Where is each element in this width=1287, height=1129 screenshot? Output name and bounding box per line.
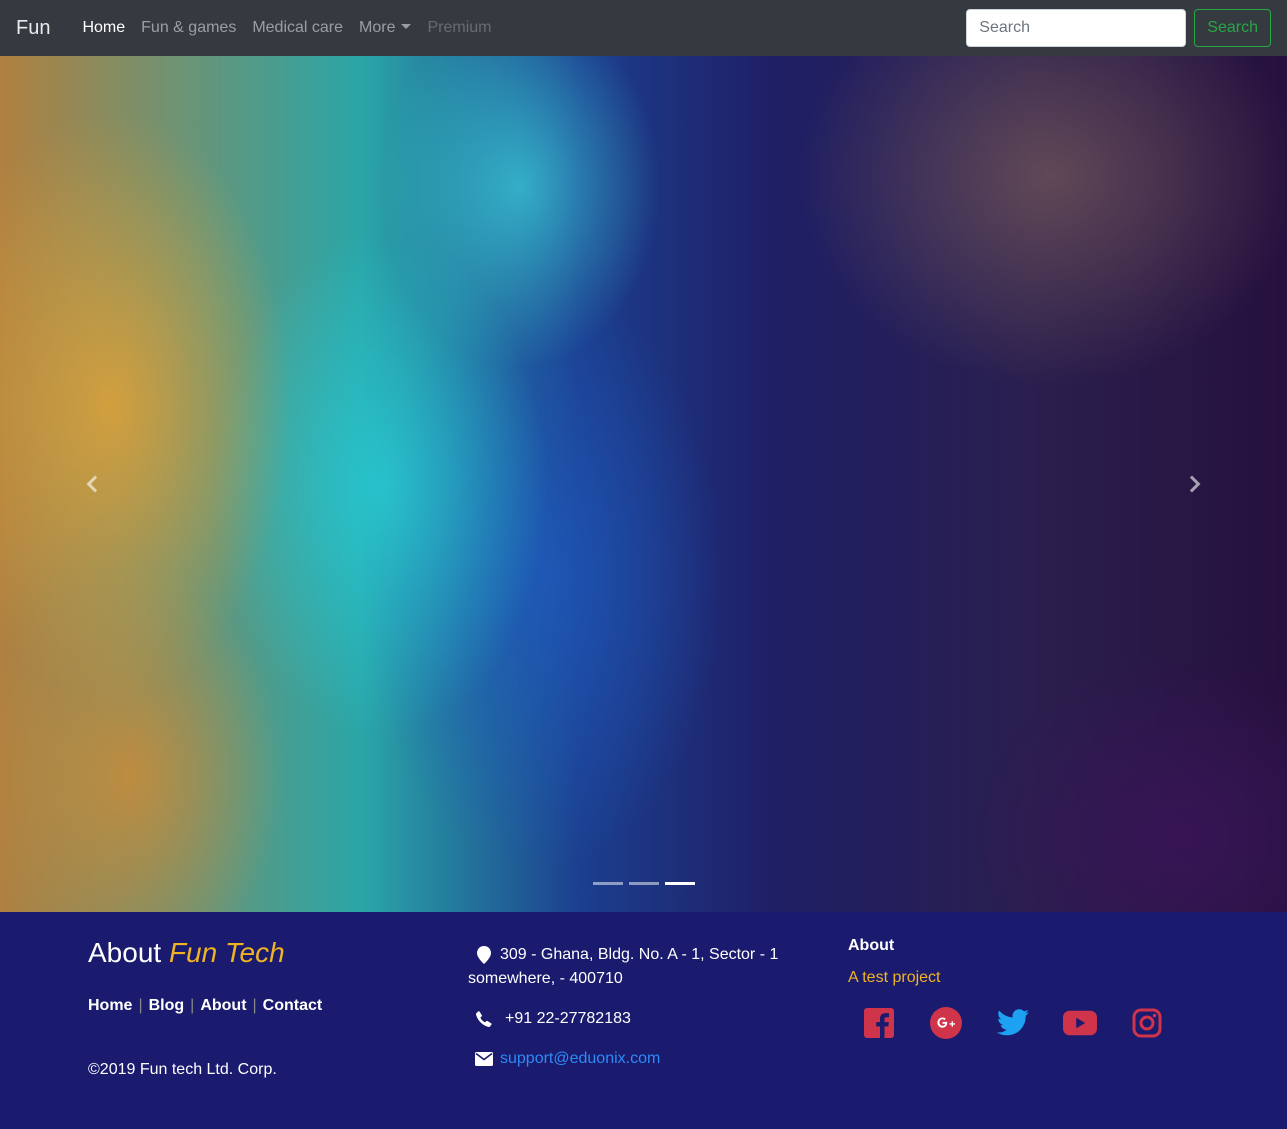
nav-more-label: More [359, 19, 396, 36]
footer-links: Home | Blog | About | Contact [88, 997, 322, 1015]
nav-premium: Premium [427, 19, 492, 36]
google-plus-icon[interactable] [929, 1006, 963, 1040]
address-text: 309 - Ghana, Bldg. No. A - 1, Sector - 1… [468, 943, 779, 991]
phone-row: +91 22-27782183 [468, 1007, 631, 1031]
carousel-indicator-3[interactable] [664, 882, 695, 885]
main-nav: Home Fun & games Medical care More Premi… [74, 19, 499, 37]
about-brand-name: Fun Tech [168, 937, 285, 968]
about-description: A test project [848, 969, 941, 986]
divider: | [190, 997, 195, 1014]
footer-link-home[interactable]: Home [88, 997, 132, 1015]
footer-link-blog[interactable]: Blog [149, 997, 185, 1015]
carousel-next-button[interactable] [1097, 56, 1287, 912]
map-marker-icon [468, 943, 500, 967]
youtube-icon[interactable] [1063, 1006, 1097, 1040]
nav-more-dropdown[interactable]: More [351, 19, 419, 37]
email-row: support@eduonix.com [468, 1047, 660, 1071]
divider: | [138, 997, 143, 1014]
email-link[interactable]: support@eduonix.com [500, 1047, 660, 1071]
brand-logo[interactable]: Fun [16, 17, 50, 40]
footer-link-about[interactable]: About [200, 997, 246, 1015]
search-input[interactable] [966, 9, 1187, 47]
divider: | [252, 997, 257, 1014]
about-prefix: About [88, 937, 162, 968]
search-form: Search [966, 9, 1271, 47]
instagram-icon[interactable] [1130, 1006, 1164, 1040]
copyright-text: ©2019 Fun tech Ltd. Corp. [88, 1061, 277, 1078]
envelope-icon [468, 1047, 500, 1071]
search-button[interactable]: Search [1194, 9, 1271, 47]
address-row: 309 - Ghana, Bldg. No. A - 1, Sector - 1… [468, 943, 808, 991]
social-links [862, 1006, 1197, 1040]
phone-icon [468, 1007, 500, 1031]
facebook-icon[interactable] [862, 1006, 896, 1040]
carousel-prev-button[interactable] [0, 56, 190, 912]
carousel-indicator-2[interactable] [628, 882, 659, 885]
caret-down-icon [401, 24, 412, 29]
twitter-icon[interactable] [996, 1006, 1030, 1040]
footer: About Fun Tech Home | Blog | About | Con… [0, 912, 1287, 1129]
chevron-left-icon [86, 475, 104, 493]
address-line-2: somewhere, - 400710 [468, 970, 623, 987]
nav-home[interactable]: Home [74, 19, 133, 37]
carousel-indicator-1[interactable] [592, 882, 623, 885]
hero-carousel [0, 56, 1287, 912]
phone-number: +91 22-27782183 [505, 1010, 631, 1027]
chevron-right-icon [1183, 475, 1201, 493]
carousel-indicators [0, 882, 1287, 885]
address-line-1: 309 - Ghana, Bldg. No. A - 1, Sector - 1 [500, 946, 779, 963]
footer-about-title: About Fun Tech [88, 937, 285, 969]
about-heading: About [848, 937, 895, 954]
navbar: Fun Home Fun & games Medical care More P… [0, 0, 1287, 56]
footer-link-contact[interactable]: Contact [263, 997, 323, 1015]
nav-fun-games[interactable]: Fun & games [133, 19, 244, 37]
nav-medical-care[interactable]: Medical care [244, 19, 351, 37]
